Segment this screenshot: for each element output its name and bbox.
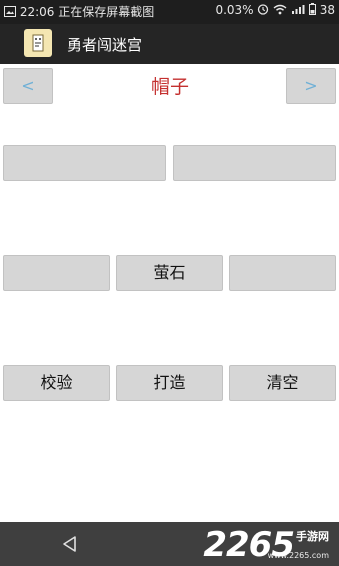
- watermark-sub: 手游网: [296, 530, 329, 543]
- forge-button[interactable]: 打造: [116, 365, 223, 401]
- app-logo-icon: [24, 29, 52, 57]
- material-slot-2-label: 萤石: [153, 263, 186, 282]
- app-title: 勇者闯迷宫: [67, 36, 143, 54]
- system-nav-bar: 2265 手游网 www.2265.com: [0, 522, 339, 566]
- next-button-label: >: [304, 76, 318, 95]
- category-title: 帽子: [150, 76, 189, 98]
- forge-button-label: 打造: [153, 373, 186, 392]
- material-slot-1[interactable]: [3, 255, 110, 291]
- status-notification: 正在保存屏幕截图: [58, 5, 155, 19]
- battery-level: 38: [319, 3, 335, 17]
- prev-button[interactable]: <: [3, 68, 53, 104]
- slot-button-1[interactable]: [3, 145, 166, 181]
- screenshot-icon: [4, 5, 16, 20]
- status-speed: 0.03%: [215, 3, 254, 17]
- battery-icon: [308, 3, 316, 18]
- prev-button-label: <: [21, 76, 35, 95]
- slot-button-2[interactable]: [173, 145, 336, 181]
- watermark: 2265 手游网 www.2265.com: [203, 525, 329, 565]
- status-bar: 22:06 正在保存屏幕截图 0.03% 38: [0, 0, 339, 24]
- clear-button[interactable]: 清空: [229, 365, 336, 401]
- clear-button-label: 清空: [266, 373, 299, 392]
- material-slot-2[interactable]: 萤石: [116, 255, 223, 291]
- back-icon[interactable]: [60, 534, 80, 558]
- material-slot-3[interactable]: [229, 255, 336, 291]
- next-button[interactable]: >: [286, 68, 336, 104]
- status-time: 22:06: [19, 5, 55, 19]
- verify-button-label: 校验: [40, 373, 73, 392]
- wifi-icon: [273, 4, 287, 18]
- alarm-icon: [257, 3, 269, 18]
- app-bar: 勇者闯迷宫: [0, 24, 339, 64]
- watermark-url: www.2265.com: [267, 551, 329, 560]
- verify-button[interactable]: 校验: [3, 365, 110, 401]
- signal-icon: [291, 4, 305, 18]
